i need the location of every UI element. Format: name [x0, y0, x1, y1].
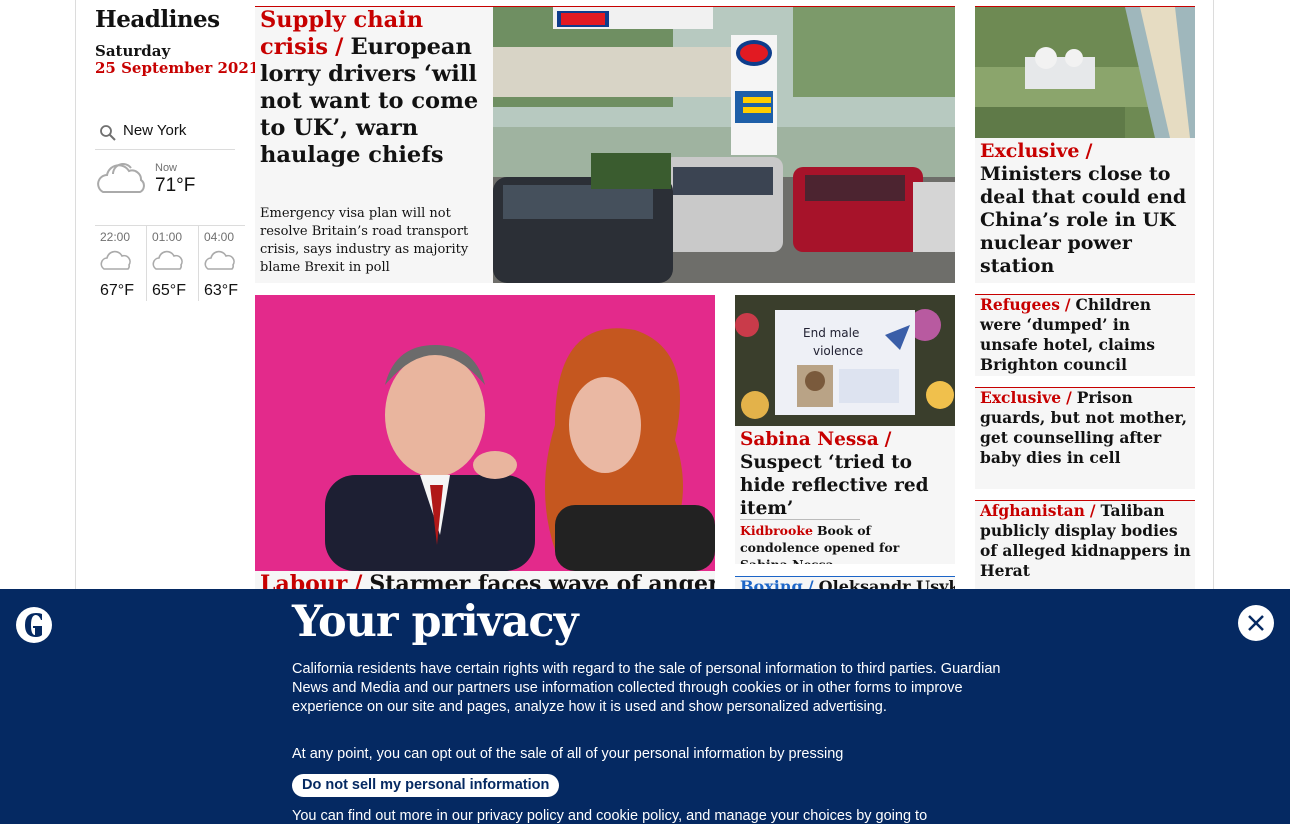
weather-now-label: Now — [155, 162, 178, 174]
location-name: New York — [123, 122, 187, 139]
side-story-card[interactable]: Afghanistan / Taliban publicly display b… — [975, 501, 1195, 596]
forecast-item: 01:00 65°F — [146, 226, 197, 301]
weather-location-search[interactable]: New York — [95, 116, 235, 150]
right-top-headline-text: Ministers close to deal that could end C… — [980, 163, 1187, 277]
sublink-kicker: Kidbrooke — [740, 523, 813, 538]
privacy-title: Your privacy — [292, 597, 579, 647]
vigil-image[interactable]: End male violence — [735, 295, 955, 426]
labour-image[interactable] — [255, 295, 715, 571]
kicker-separator: / — [884, 429, 892, 450]
do-not-sell-button[interactable]: Do not sell my personal information — [292, 774, 560, 797]
weather-now-temp: 71°F — [155, 175, 196, 196]
search-icon — [100, 125, 116, 141]
lead-image[interactable] — [493, 7, 955, 283]
cloudy-icon — [97, 163, 145, 193]
right-top-story-card[interactable]: Exclusive / Ministers close to deal that… — [975, 7, 1195, 283]
date-day: Saturday — [95, 42, 171, 60]
partly-cloudy-night-icon — [100, 250, 131, 270]
privacy-optout-text: At any point, you can opt out of the sal… — [292, 746, 844, 762]
weather-forecast: 22:00 67°F 01:00 65°F 04:00 63°F — [95, 225, 245, 301]
side-kicker: Afghanistan — [980, 501, 1085, 520]
side-story-card[interactable]: Exclusive / Prison guards, but not mothe… — [975, 388, 1195, 489]
close-icon — [1248, 615, 1264, 631]
nuclear-station-image[interactable] — [975, 7, 1195, 138]
kicker-separator: / — [1085, 140, 1093, 162]
forecast-time: 04:00 — [204, 230, 235, 244]
sabina-story-card[interactable]: End male violence Sabina Nessa / Suspect… — [735, 295, 955, 564]
side-headline[interactable]: Refugees / Children were ‘dumped’ in uns… — [980, 295, 1192, 375]
sabina-sublink[interactable]: Kidbrooke Book of condolence opened for … — [740, 522, 950, 564]
forecast-time: 01:00 — [152, 230, 183, 244]
right-top-headline[interactable]: Exclusive / Ministers close to deal that… — [980, 140, 1192, 278]
svg-text:violence: violence — [813, 344, 863, 358]
svg-text:End male: End male — [803, 326, 859, 340]
privacy-policy-text[interactable]: You can find out more in our privacy pol… — [292, 808, 927, 824]
forecast-temp: 63°F — [204, 282, 238, 299]
sabina-headline-text: Suspect ‘tried to hide reflective red it… — [740, 452, 929, 519]
privacy-paragraph: California residents have certain rights… — [292, 661, 1001, 715]
lead-story-card[interactable]: Supply chain crisis / European lorry dri… — [255, 7, 955, 283]
lead-headline[interactable]: Supply chain crisis / European lorry dri… — [260, 7, 490, 169]
side-kicker: Exclusive — [980, 388, 1062, 407]
kicker-separator: / — [335, 34, 344, 60]
sabina-kicker: Sabina Nessa — [740, 429, 879, 450]
forecast-time: 22:00 — [100, 230, 131, 244]
kicker-separator: / — [1064, 295, 1071, 314]
sublink-divider — [740, 519, 860, 520]
labour-story-card[interactable]: Labour / Starmer faces wave of anger — [255, 295, 715, 595]
forecast-temp: 67°F — [100, 282, 134, 299]
side-headline[interactable]: Afghanistan / Taliban publicly display b… — [980, 501, 1192, 581]
privacy-banner: Your privacy California residents have c… — [0, 589, 1290, 824]
partly-cloudy-night-icon — [204, 250, 235, 270]
right-top-kicker: Exclusive — [980, 140, 1080, 162]
date-full: 25 September 2021 — [95, 59, 260, 77]
side-kicker: Refugees — [980, 295, 1060, 314]
section-title: Headlines — [95, 6, 220, 33]
partly-cloudy-night-icon — [152, 250, 183, 270]
forecast-temp: 65°F — [152, 282, 186, 299]
side-story-card[interactable]: Refugees / Children were ‘dumped’ in uns… — [975, 295, 1195, 376]
close-button[interactable] — [1238, 605, 1274, 641]
kicker-separator: / — [1089, 501, 1096, 520]
guardian-logo-icon[interactable] — [15, 606, 53, 644]
lead-standfirst: Emergency visa plan will not resolve Bri… — [260, 206, 469, 275]
forecast-item: 22:00 67°F — [95, 226, 145, 301]
sabina-headline[interactable]: Sabina Nessa / Suspect ‘tried to hide re… — [740, 428, 952, 520]
kicker-separator: / — [1066, 388, 1072, 407]
side-headline[interactable]: Exclusive / Prison guards, but not mothe… — [980, 388, 1192, 468]
forecast-item: 04:00 63°F — [198, 226, 249, 301]
